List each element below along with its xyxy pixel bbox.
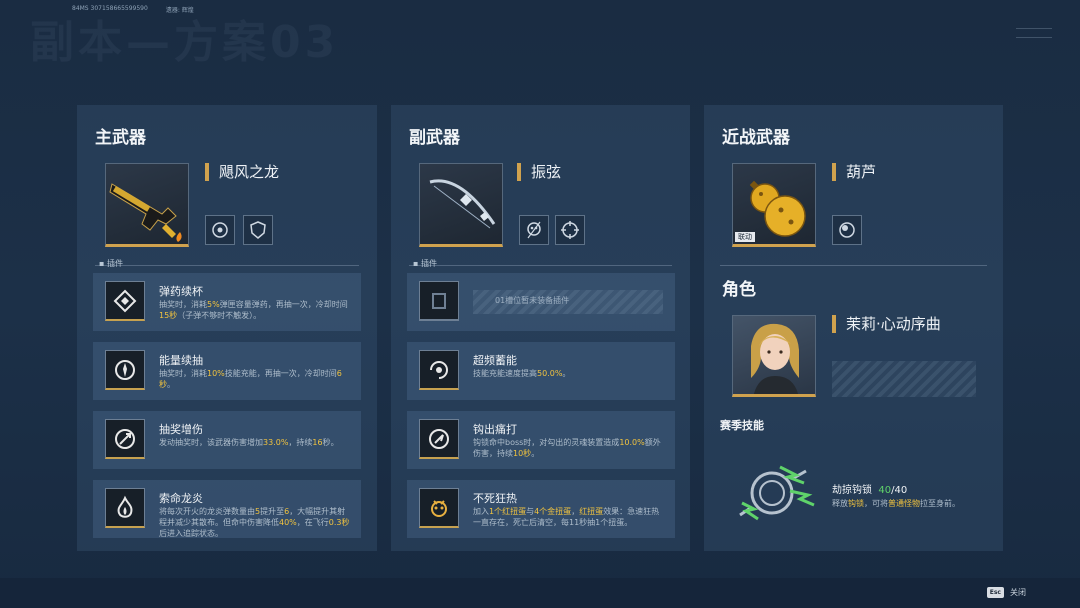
mod-description: 抽奖时，消耗10%技能充能，再抽一次，冷却时间6秒。 (159, 369, 342, 389)
season-skill-title: 赛季技能 (720, 419, 764, 432)
plugin-section-label: ▪ 插件 (99, 259, 123, 268)
field-label: 遗器 (165, 7, 178, 14)
melee-weapon-name: 葫芦 (832, 163, 876, 181)
empty-mod-slot[interactable]: 01槽位暂未装备插件 (407, 273, 675, 331)
mod-description: 技能充能速度提高50.0%。 (473, 369, 571, 378)
mod-name: 不死狂热 (473, 492, 517, 505)
season-skill-description: 释放钩锁，可将普通怪物拉至身前。 (832, 499, 960, 508)
close-button[interactable]: Esc 关闭 (986, 587, 1026, 598)
mod-name: 钩出痛打 (473, 423, 517, 436)
element-trait-icon[interactable] (205, 215, 235, 245)
session-info: 84MS 307158665599590 遗器: 辉煌 (72, 5, 194, 14)
mod-description: 将每次开火的龙炎弹数量由5提升至6，大幅提升其射程并减少其散布。但命中伤害降低4… (159, 507, 350, 538)
secondary-weapon-title: 副武器 (409, 128, 460, 148)
shield-trait-icon[interactable] (243, 215, 273, 245)
season-skill-name: 劫掠钩锁 40/40 (832, 485, 908, 496)
melee-character-panel: 近战武器 联动 葫芦 角色 茉莉·心动序曲 赛季技能 劫掠钩锁 40/40 释放… (704, 105, 1003, 551)
energy-refill-icon (105, 350, 145, 390)
close-label: 关闭 (1010, 588, 1026, 597)
character-skin-bar (832, 361, 976, 397)
target-trait-icon[interactable] (555, 215, 585, 245)
character-title: 角色 (722, 280, 756, 300)
plugin-section-label: ▪ 插件 (413, 259, 437, 268)
grapple-hook-icon[interactable] (734, 463, 818, 523)
ammo-refill-icon (105, 281, 145, 321)
linked-tag: 联动 (735, 232, 755, 242)
mod-slot[interactable]: 不死狂热 加入1个红扭蛋与4个金扭蛋，红扭蛋效果：急速狂热一直存在，死亡后清空，… (407, 480, 675, 538)
id-value: 307158665599590 (90, 5, 148, 12)
character-avatar (751, 323, 799, 394)
esc-key-icon: Esc (986, 587, 1004, 598)
overclock-icon (419, 350, 459, 390)
mod-description: 抽奖时，消耗5%弹匣容量弹药，再抽一次，冷却时间15秒（子弹不够时不触发）。 (159, 300, 348, 320)
melee-weapon-title: 近战武器 (722, 128, 790, 148)
empty-slot-text: 01槽位暂未装备插件 (495, 296, 570, 305)
mod-slot[interactable]: 弹药续杯 抽奖时，消耗5%弹匣容量弹药，再抽一次，冷却时间15秒（子弹不够时不触… (93, 273, 361, 331)
damage-boost-icon (105, 419, 145, 459)
hook-strike-icon (419, 419, 459, 459)
mod-slot[interactable]: 能量续抽 抽奖时，消耗10%技能充能，再抽一次，冷却时间6秒。 (93, 342, 361, 400)
field-value: 辉煌 (181, 7, 194, 14)
undying-frenzy-icon (419, 488, 459, 528)
mod-name: 索命龙炎 (159, 492, 203, 505)
id-label: 84MS (72, 5, 89, 12)
secondary-weapon-name: 振弦 (517, 163, 561, 181)
skull-trait-icon[interactable] (519, 215, 549, 245)
mod-description: 发动抽奖时，该武器伤害增加33.0%，持续16秒。 (159, 438, 339, 447)
bow-icon (429, 179, 496, 229)
character-portrait[interactable] (732, 315, 816, 397)
mod-slot[interactable]: 超频蓄能 技能充能速度提高50.0%。 (407, 342, 675, 400)
empty-slot-icon (419, 281, 459, 321)
mod-slot[interactable]: 索命龙炎 将每次开火的龙炎弹数量由5提升至6，大幅提升其射程并减少其散布。但命中… (93, 480, 361, 538)
mod-name: 抽奖增伤 (159, 423, 203, 436)
melee-trait-icon[interactable] (832, 215, 862, 245)
melee-weapon-image[interactable]: 联动 (732, 163, 816, 247)
mod-description: 钩锁命中boss时，对勾出的灵魂装置造成10.0%额外伤害，持续10秒。 (473, 438, 661, 458)
primary-weapon-name: 飓风之龙 (205, 163, 279, 181)
primary-weapon-image[interactable] (105, 163, 189, 247)
mod-name: 能量续抽 (159, 354, 203, 367)
background-title: 副本—方案03 (30, 17, 340, 68)
mod-name: 超频蓄能 (473, 354, 517, 367)
secondary-weapon-panel: 副武器 振弦 ▪ 插件 01槽位暂未装备插件 超频蓄能 技能充能速度提高50.0… (391, 105, 690, 551)
primary-weapon-panel: 主武器 飓风之龙 ▪ 插件 弹药续杯 抽奖时，消耗5%弹匣容量弹药，再抽一次，冷… (77, 105, 377, 551)
gun-icon (109, 183, 182, 242)
character-name: 茉莉·心动序曲 (832, 315, 941, 333)
primary-weapon-title: 主武器 (95, 128, 146, 148)
mod-slot[interactable]: 钩出痛打 钩锁命中boss时，对勾出的灵魂装置造成10.0%额外伤害，持续10秒… (407, 411, 675, 469)
secondary-weapon-image[interactable] (419, 163, 503, 247)
plugin-divider (95, 265, 359, 266)
dragon-flame-icon (105, 488, 145, 528)
menu-icon[interactable] (1016, 28, 1052, 38)
mod-description: 加入1个红扭蛋与4个金扭蛋，红扭蛋效果：急速狂热一直存在，死亡后清空，每11秒抽… (473, 507, 660, 527)
section-divider (720, 265, 987, 266)
plugin-divider (409, 265, 672, 266)
bottom-bar: Esc 关闭 (0, 578, 1080, 608)
mod-slot[interactable]: 抽奖增伤 发动抽奖时，该武器伤害增加33.0%，持续16秒。 (93, 411, 361, 469)
mod-name: 弹药续杯 (159, 285, 203, 298)
